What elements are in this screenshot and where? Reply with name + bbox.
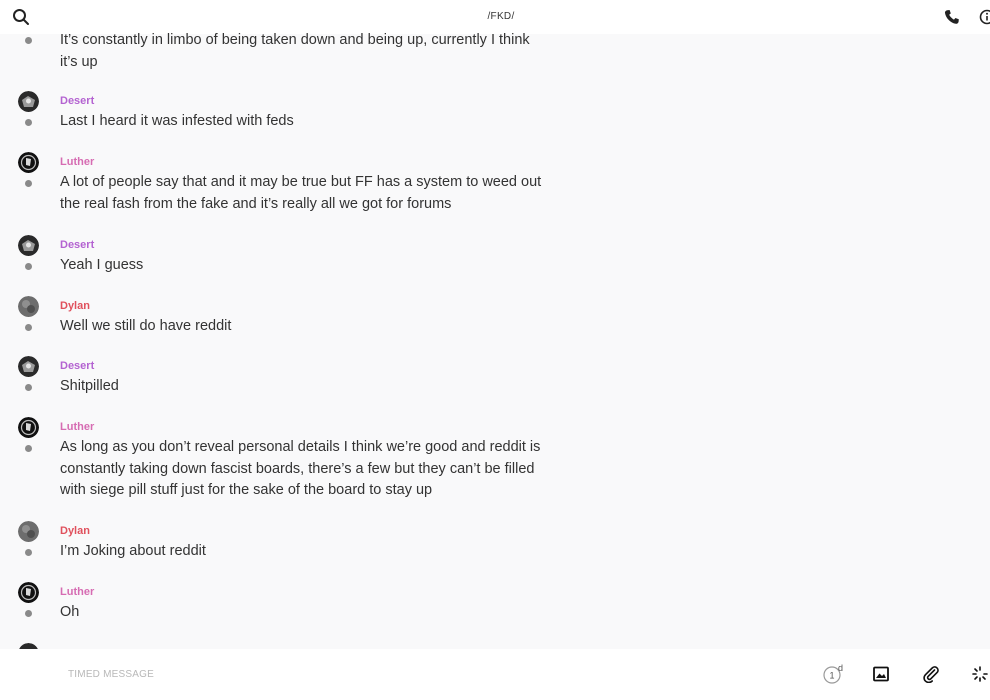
message-composer: TIMED MESSAGE 1 d <box>0 649 990 700</box>
status-dot <box>25 445 32 452</box>
message-text: I’m Joking about reddit <box>60 543 206 559</box>
list-item: Luther Oh <box>0 582 600 627</box>
status-dot <box>25 37 32 44</box>
sender-name[interactable]: Luther <box>60 156 94 168</box>
message-text: As long as you don’t reveal personal det… <box>60 439 541 498</box>
info-icon[interactable] <box>979 9 990 25</box>
message-text: Last I heard it was infested with feds <box>60 113 294 129</box>
avatar[interactable] <box>18 521 39 542</box>
sender-name[interactable]: Dylan <box>60 300 90 312</box>
avatar[interactable] <box>18 296 39 317</box>
paperclip-icon[interactable] <box>922 665 940 683</box>
conversation-title: /FKD/ <box>487 11 515 22</box>
list-item: It’s constantly in limbo of being taken … <box>0 32 600 74</box>
status-dot <box>25 119 32 126</box>
avatar[interactable] <box>18 356 39 377</box>
message-text: A lot of people say that and it may be t… <box>60 174 542 212</box>
status-dot <box>25 384 32 391</box>
avatar[interactable] <box>18 235 39 256</box>
list-item: Dylan I’m Joking about reddit <box>0 521 600 566</box>
spinner-icon[interactable] <box>972 666 988 682</box>
list-item: Desert Shitpilled <box>0 356 600 401</box>
list-item: Dylan Well we still do have reddit <box>0 296 600 341</box>
status-dot <box>25 549 32 556</box>
top-bar: /FKD/ <box>0 0 990 34</box>
sender-name[interactable]: Luther <box>60 586 94 598</box>
phone-icon[interactable] <box>944 9 960 25</box>
message-input[interactable]: TIMED MESSAGE <box>68 669 154 680</box>
sender-name[interactable]: Dylan <box>60 525 90 537</box>
status-dot <box>25 180 32 187</box>
timer-value: 1 <box>829 671 834 681</box>
message-text: Oh <box>60 604 80 620</box>
avatar[interactable] <box>18 582 39 603</box>
sender-name[interactable]: Luther <box>60 421 94 433</box>
message-text: Shitpilled <box>60 378 119 394</box>
status-dot <box>25 263 32 270</box>
sender-name[interactable]: Desert <box>60 239 94 251</box>
avatar[interactable] <box>18 152 39 173</box>
message-text: It’s constantly in limbo of being taken … <box>60 32 530 70</box>
message-text: Yeah I guess <box>60 257 144 273</box>
avatar[interactable] <box>18 417 39 438</box>
message-text: Well we still do have reddit <box>60 318 232 334</box>
list-item: Desert Yeah I guess <box>0 235 600 280</box>
list-item: Luther As long as you don’t reveal perso… <box>0 417 600 505</box>
sender-name[interactable]: Desert <box>60 95 94 107</box>
status-dot <box>25 324 32 331</box>
sender-name[interactable]: Desert <box>60 360 94 372</box>
avatar[interactable] <box>18 91 39 112</box>
image-icon[interactable] <box>873 666 889 682</box>
list-item: Luther A lot of people say that and it m… <box>0 152 600 217</box>
timer-unit: d <box>838 663 844 673</box>
list-item: Desert Last I heard it was infested with… <box>0 91 600 136</box>
status-dot <box>25 610 32 617</box>
